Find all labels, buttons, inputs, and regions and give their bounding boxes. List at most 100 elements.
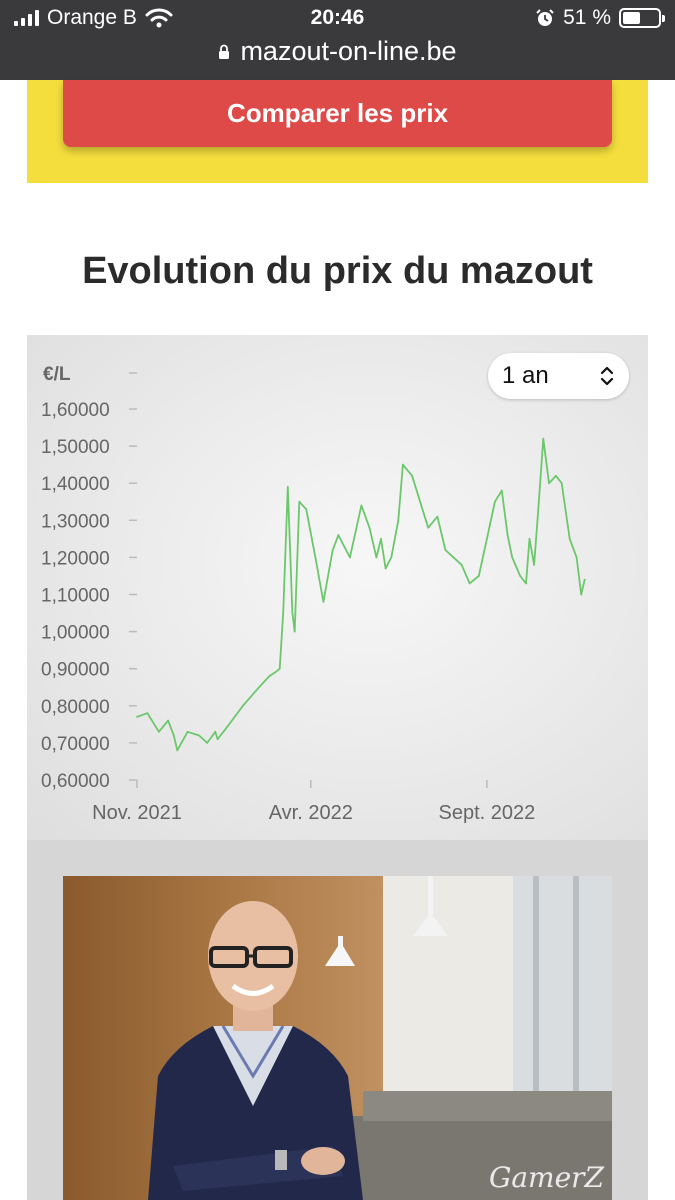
price-point — [555, 474, 557, 477]
price-point — [268, 675, 271, 678]
price-point — [380, 537, 382, 540]
price-point — [349, 556, 351, 559]
section-title: Evolution du prix du mazout — [82, 250, 593, 292]
price-point — [337, 534, 340, 537]
price-point — [293, 630, 296, 633]
price-point — [568, 537, 571, 540]
price-point — [322, 601, 325, 603]
status-right: 51 % — [535, 6, 665, 30]
price-point — [460, 563, 463, 566]
lock-icon — [219, 44, 230, 59]
y-tick-label: 0,70000 — [41, 734, 110, 755]
browser-top-bar: Orange B 20:46 51 % mazout-on-line.be — [0, 0, 675, 80]
price-point — [477, 575, 480, 577]
price-point — [298, 500, 301, 503]
price-point — [494, 500, 496, 503]
price-point — [500, 489, 503, 492]
price-point — [146, 712, 149, 715]
price-point — [411, 474, 413, 477]
y-tick-label: 1,50000 — [41, 437, 110, 458]
url-text: mazout-on-line.be — [240, 36, 457, 66]
price-point — [274, 671, 277, 674]
price-point — [368, 526, 371, 529]
price-point — [444, 549, 447, 551]
price-point — [157, 730, 160, 733]
price-point — [427, 526, 430, 529]
y-tick-label: 1,20000 — [41, 548, 110, 569]
price-point — [542, 437, 545, 440]
price-point — [506, 534, 509, 537]
price-point — [580, 593, 583, 596]
price-point — [533, 563, 535, 566]
y-tick-label: 1,40000 — [41, 474, 110, 495]
y-tick-label: 1,30000 — [41, 511, 110, 532]
y-tick-label: 1,00000 — [41, 623, 110, 644]
y-tick-label: 1,60000 — [41, 400, 110, 421]
price-point — [401, 463, 404, 466]
price-point — [560, 482, 563, 485]
price-point — [397, 519, 400, 522]
price-point — [360, 504, 363, 507]
price-series-line — [136, 437, 586, 752]
price-point — [198, 734, 201, 737]
price-point — [419, 500, 422, 503]
x-tick-label: Sept. 2022 — [438, 802, 535, 824]
alarm-icon — [536, 9, 554, 26]
price-point — [286, 486, 289, 488]
compare-prices-button[interactable]: Comparer les prix — [63, 80, 612, 147]
price-point — [331, 549, 334, 551]
period-select-value: 1 an — [502, 362, 549, 389]
price-point — [241, 704, 244, 707]
chart-area: €/L 1,60000 1,50000 1,40000 1,30000 1,20000 1,… — [27, 335, 648, 840]
price-point — [384, 567, 387, 570]
price-chart: €/L 1,60000 1,50000 1,40000 1,30000 1,20000 1,… — [41, 364, 586, 824]
price-point — [228, 723, 230, 726]
price-point — [511, 556, 514, 559]
price-point — [436, 515, 439, 518]
price-point — [216, 738, 219, 741]
x-tick-label: Nov. 2021 — [92, 802, 182, 824]
search-band: Comparer les prix — [27, 80, 648, 183]
price-point — [167, 719, 169, 722]
price-point — [452, 556, 455, 559]
price-point — [548, 482, 550, 485]
y-tick-label: 0,80000 — [41, 697, 110, 718]
price-point — [583, 578, 586, 581]
price-point — [536, 519, 539, 522]
price-point — [176, 749, 179, 752]
battery-level — [623, 12, 641, 24]
price-point — [278, 667, 281, 670]
y-axis-label: €/L — [43, 364, 71, 385]
price-point — [528, 537, 531, 540]
y-tick-label: 0,90000 — [41, 660, 110, 681]
y-tick-label: 1,10000 — [41, 586, 110, 607]
battery-icon — [619, 8, 665, 28]
up-down-chevron-icon — [600, 366, 614, 386]
price-point — [305, 508, 308, 511]
period-select[interactable]: 1 an — [488, 353, 629, 399]
price-point — [206, 742, 209, 744]
price-point — [291, 612, 294, 614]
price-point — [136, 716, 138, 718]
price-point — [172, 734, 175, 737]
advisor-photo: GamerZ — [63, 876, 612, 1200]
address-bar[interactable]: mazout-on-line.be — [0, 36, 675, 67]
price-chart-panel: €/L 1,60000 1,50000 1,40000 1,30000 1,20000 1,… — [27, 335, 648, 1200]
price-point — [375, 556, 378, 559]
price-point — [282, 612, 285, 614]
price-point — [519, 575, 522, 577]
price-point — [258, 686, 260, 689]
battery-percent: 51 % — [563, 6, 611, 29]
y-tick-label: 0,60000 — [41, 771, 110, 792]
price-point — [314, 556, 317, 559]
x-tick-label: Avr. 2022 — [269, 802, 353, 824]
price-point — [468, 582, 471, 585]
watermark: GamerZ — [488, 1161, 604, 1194]
price-point — [575, 556, 578, 559]
price-point — [186, 730, 189, 733]
price-point — [214, 730, 217, 733]
advisor-photo-image — [63, 876, 612, 1200]
price-point — [485, 537, 488, 540]
price-point — [390, 556, 393, 559]
price-point — [525, 582, 527, 585]
